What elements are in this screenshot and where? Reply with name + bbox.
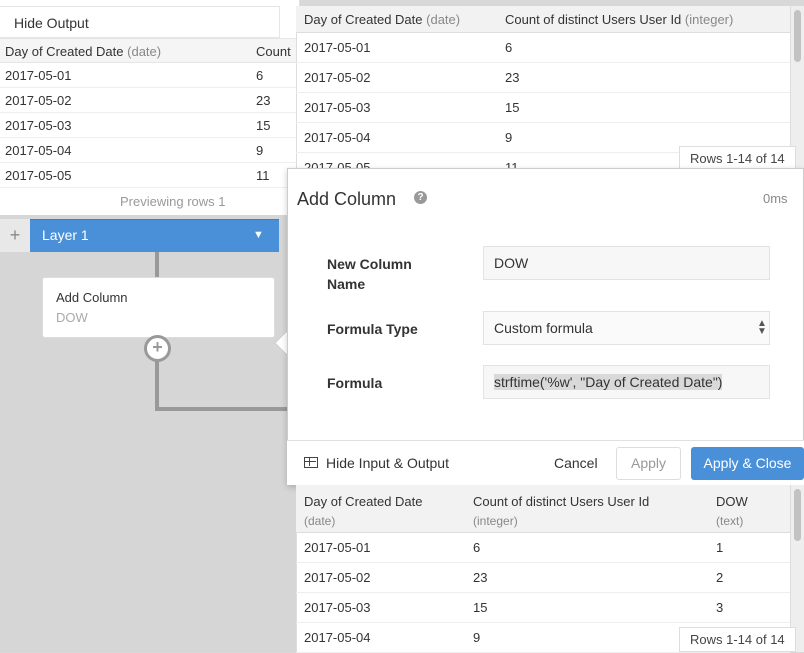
output-table-header: Day of Created Date (date) Count of disti… [296,485,790,533]
node-subtitle: DOW [56,310,88,325]
new-column-name-input[interactable]: DOW [483,246,770,280]
table-cell: 9 [473,630,481,645]
table-row: 2017-05-04 9 [0,138,300,163]
formula-label: Formula [327,375,383,391]
add-column-node[interactable] [42,277,275,338]
table-cell: 2017-05-02 [304,70,371,85]
table-cell: 6 [473,540,481,555]
table-cell: 15 [505,100,520,115]
table-cell: 2017-05-04 [5,143,72,158]
help-icon[interactable]: ? [414,191,427,204]
left-col-header-date: Day of Created Date (date) [5,44,162,59]
table-cell: 1 [716,540,724,555]
table-cell: 2017-05-05 [5,168,72,183]
table-cell: 9 [256,143,264,158]
table-row: 2017-05-05 11 [0,163,300,188]
col-header-date: Day of Created Date (date) [304,12,461,27]
table-row: 2017-05-03 15 [0,113,300,138]
node-title: Add Column [56,290,128,305]
previewing-status: Previewing rows 1 [120,194,226,209]
table-cell: 15 [256,118,271,133]
formula-type-select[interactable]: Custom formula [483,311,770,345]
formula-type-label: Formula Type [327,321,418,337]
pipeline-connector [155,407,288,411]
table-cell: 3 [716,600,724,615]
table-cell: 6 [505,40,513,55]
table-cell: 2017-05-04 [304,630,371,645]
layer-name: Layer 1 [42,227,89,243]
table-row: 2017-05-01 6 [296,33,790,63]
table-cell: 15 [473,600,488,615]
apply-and-close-button[interactable]: Apply & Close [691,447,804,480]
table-cell: 2017-05-02 [304,570,371,585]
layer-dropdown-icon[interactable]: ▼ [253,229,264,241]
table-row: 2017-05-01 6 1 [296,533,790,563]
col-header-count: Count of distinct Users User Id (integer) [473,494,650,528]
table-cell: 2017-05-04 [304,130,371,145]
table-row: 2017-05-03 15 3 [296,593,790,623]
table-row: 2017-05-01 6 [0,63,300,88]
scrollbar-thumb[interactable] [794,489,801,541]
table-cell: 2017-05-03 [5,118,72,133]
table-cell: 2017-05-02 [5,93,72,108]
select-arrows-icon: ▲ ▼ [757,318,767,337]
pipeline-connector [155,360,159,411]
table-cell: 2 [716,570,724,585]
table-cell: 2017-05-01 [304,40,371,55]
input-table-header: Day of Created Date (date) Count of dist… [296,6,790,33]
col-header-date: Day of Created Date (date) [304,494,423,528]
table-cell: 23 [256,93,271,108]
scrollbar-thumb[interactable] [794,10,801,62]
table-icon [304,457,318,468]
table-row: 2017-05-02 23 [0,88,300,113]
table-row: 2017-05-02 23 [296,63,790,93]
rows-count-badge: Rows 1-14 of 14 [679,627,796,652]
table-cell: 23 [473,570,488,585]
formula-text-selection: strftime('%w', "Day of Created Date") [494,374,723,390]
left-table-header: Day of Created Date (date) Count [0,38,300,63]
table-row: 2017-05-03 15 [296,93,790,123]
col-header-dow: DOW (text) [716,494,748,528]
hide-output-button[interactable]: Hide Output [0,6,280,38]
hide-input-output-button[interactable]: Hide Input & Output [326,455,449,471]
pipeline-connector [155,252,159,278]
table-cell: 9 [505,130,513,145]
table-cell: 2017-05-03 [304,100,371,115]
dialog-title: Add Column [297,189,397,209]
table-cell: 11 [256,168,270,183]
formula-input[interactable]: strftime('%w', "Day of Created Date") [483,365,770,399]
timing-label: 0ms [763,191,788,206]
col-header-count: Count of distinct Users User Id (integer… [505,12,734,27]
table-cell: 2017-05-01 [5,68,72,83]
table-cell: 6 [256,68,264,83]
table-cell: 2017-05-03 [304,600,371,615]
cancel-button[interactable]: Cancel [554,455,598,471]
new-column-name-label: New Column Name [327,256,412,292]
add-step-icon[interactable]: + [144,335,171,362]
table-cell: 23 [505,70,520,85]
add-layer-button[interactable]: + [0,219,30,252]
left-col-header-count: Count [256,44,291,59]
apply-button[interactable]: Apply [616,447,681,480]
table-cell: 2017-05-01 [304,540,371,555]
table-row: 2017-05-02 23 2 [296,563,790,593]
